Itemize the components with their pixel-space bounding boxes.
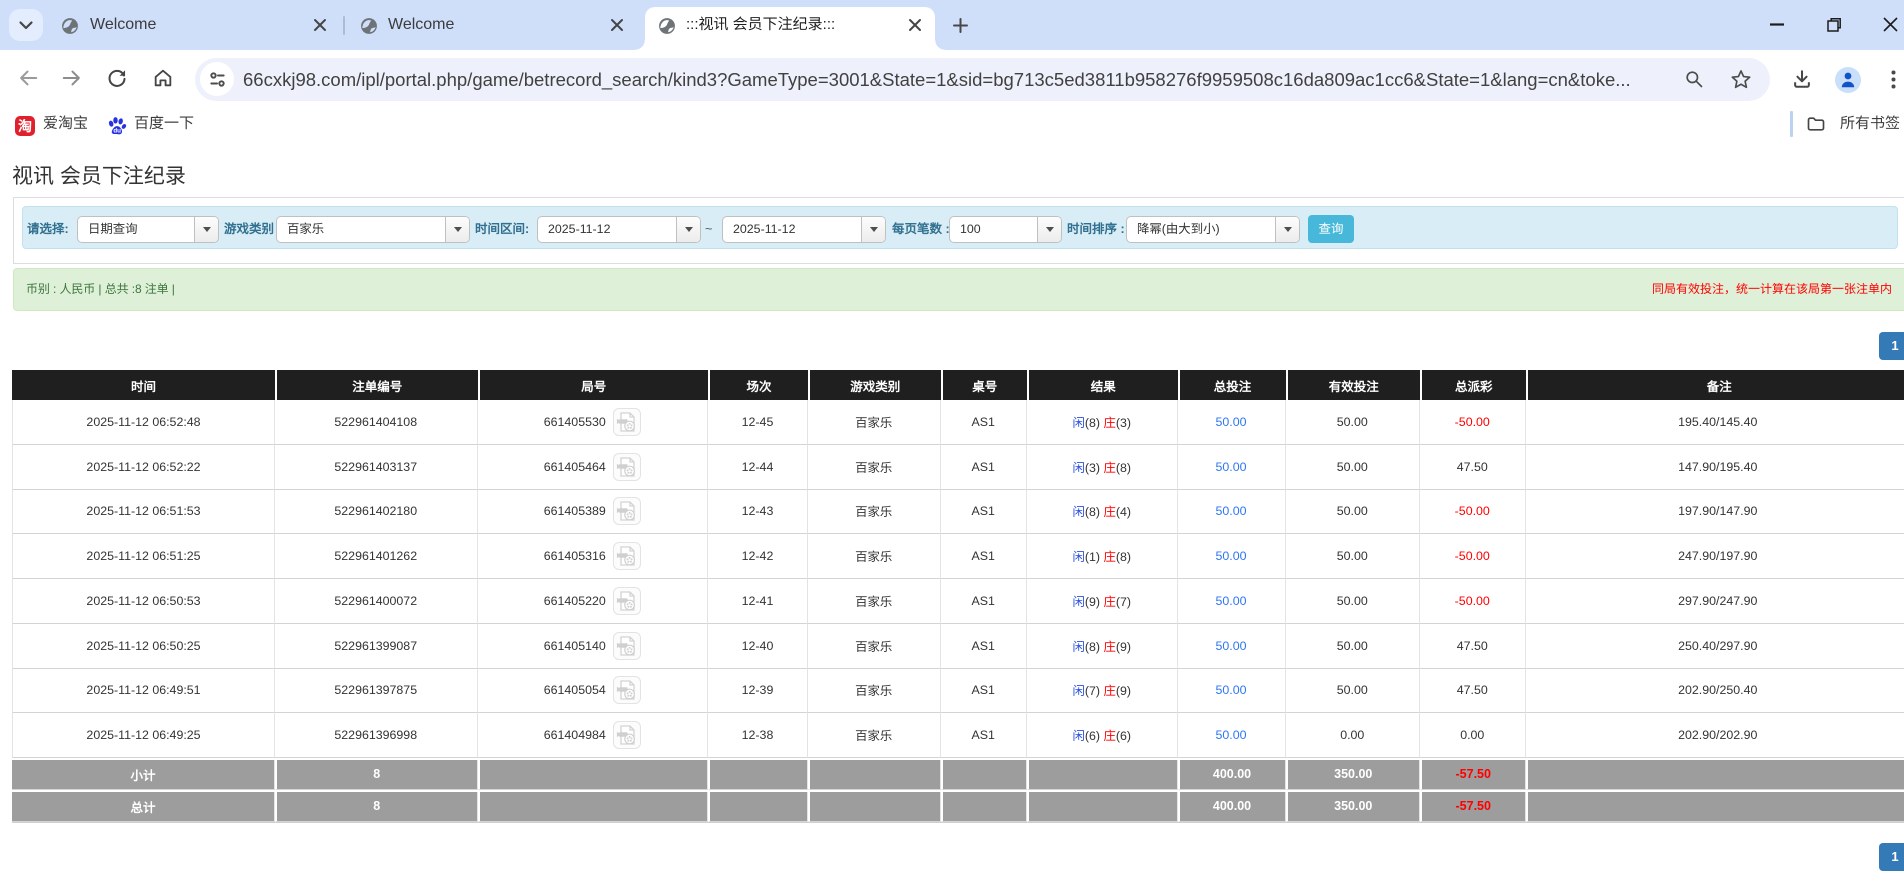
svg-text:du: du xyxy=(113,128,121,135)
